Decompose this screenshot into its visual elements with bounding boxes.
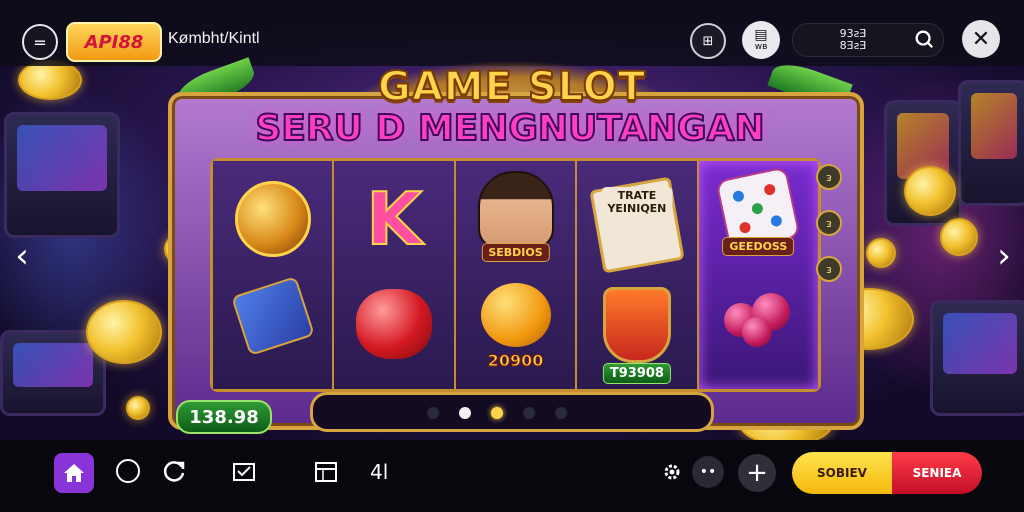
game-subtitle: SERU D MENGNUTANGAN <box>254 107 765 150</box>
more-button[interactable]: •• <box>692 456 724 488</box>
side-markers: ᴈ ᴈ ᴈ <box>816 164 842 302</box>
pager-dot[interactable] <box>427 407 439 419</box>
chevron-left-icon: ‹ <box>15 236 29 276</box>
brand-logo[interactable]: API88 <box>66 22 162 62</box>
close-button[interactable]: ✕ <box>962 20 1000 58</box>
side-marker: ᴈ <box>816 256 842 282</box>
site-name: Kømbht/Kintl <box>168 30 260 47</box>
checklist-button[interactable] <box>231 460 257 484</box>
reel-3-label: SEBDIOS <box>481 243 550 262</box>
add-button[interactable]: + <box>738 454 776 492</box>
plus-icon: + <box>746 458 768 488</box>
settings-button[interactable] <box>660 460 684 484</box>
pager-dot[interactable] <box>459 407 471 419</box>
apple-icon <box>356 289 433 359</box>
berries-icon <box>718 287 798 349</box>
coin-icon <box>18 60 82 100</box>
slot-reels[interactable]: K SEBDIOS 20900 TRATE YEINIQEN T93908 GE… <box>210 158 821 392</box>
pager-dot[interactable] <box>555 407 567 419</box>
top-bar: = API88 Kømbht/Kintl ⊞ ▤ ᴡʙ 93ƨƎ 8ƎƨƎ ✕ <box>0 0 1024 66</box>
slot-machine-right-lower <box>930 300 1024 416</box>
reel-3-bottom-label: 20900 <box>487 351 544 371</box>
chevron-right-icon: › <box>997 236 1011 276</box>
refresh-icon <box>163 461 185 482</box>
coin-icon <box>866 238 896 268</box>
grid-button[interactable]: ⊞ <box>690 23 726 59</box>
reel-1 <box>213 161 335 389</box>
grid-icon: ⊞ <box>702 33 714 49</box>
reel-5: GEEDOSS <box>698 161 819 389</box>
slot-machine-right-2 <box>958 80 1024 206</box>
side-marker: ᴈ <box>816 210 842 236</box>
table-icon <box>315 462 337 482</box>
balance-box[interactable]: 93ƨƎ 8ƎƨƎ <box>792 23 944 57</box>
blue-hourglass-icon <box>230 276 315 356</box>
reel-4-bottom-label: T93908 <box>602 363 671 384</box>
pager-dot[interactable] <box>523 407 535 419</box>
wallet-button[interactable]: ▤ ᴡʙ <box>742 21 780 59</box>
coin-icon <box>904 166 956 216</box>
wallet-label: ᴡʙ <box>754 42 768 52</box>
checklist-icon <box>233 463 255 481</box>
table-button[interactable] <box>313 460 339 484</box>
coin-icon <box>940 218 978 256</box>
login-button[interactable]: SOBIEV <box>792 452 892 494</box>
number-label: 4l <box>370 460 389 484</box>
more-dots-icon: •• <box>699 464 717 480</box>
reel-3: SEBDIOS 20900 <box>455 161 578 389</box>
coin-icon <box>126 396 150 420</box>
home-button[interactable] <box>54 453 94 493</box>
carousel-next-button[interactable]: › <box>992 236 1016 276</box>
side-marker: ᴈ <box>816 164 842 190</box>
reel-5-label: GEEDOSS <box>722 237 795 256</box>
balance-amount: 93ƨƎ 8ƎƨƎ <box>839 27 867 52</box>
close-icon: ✕ <box>971 26 991 52</box>
gear-icon <box>664 464 680 480</box>
carousel-pager <box>310 392 714 432</box>
circle-button[interactable] <box>116 459 140 483</box>
character-portrait-icon <box>477 171 554 249</box>
win-badge: 138.98 <box>176 400 272 434</box>
letter-k-icon: K <box>365 177 423 261</box>
slot-machine-left <box>4 112 120 238</box>
menu-icon: = <box>33 32 47 52</box>
pager-dot-active[interactable] <box>491 407 503 419</box>
coin-icon <box>86 300 162 364</box>
search-icon[interactable] <box>913 28 935 50</box>
register-button[interactable]: SENIEA <box>892 452 982 494</box>
carousel-prev-button[interactable]: ‹ <box>10 236 34 276</box>
reel-2: K <box>334 161 456 389</box>
reel-4-label: TRATE YEINIQEN <box>601 187 673 217</box>
reel-4: TRATE YEINIQEN T93908 <box>577 161 699 389</box>
home-icon <box>64 464 84 482</box>
game-title: GAME SLOT <box>377 63 646 111</box>
wallet-icon: ▤ <box>754 27 768 43</box>
shield-icon <box>602 287 671 363</box>
golden-orb-icon <box>234 181 311 257</box>
menu-button[interactable]: = <box>22 24 58 60</box>
refresh-button[interactable] <box>160 458 188 486</box>
peach-icon <box>480 283 551 347</box>
